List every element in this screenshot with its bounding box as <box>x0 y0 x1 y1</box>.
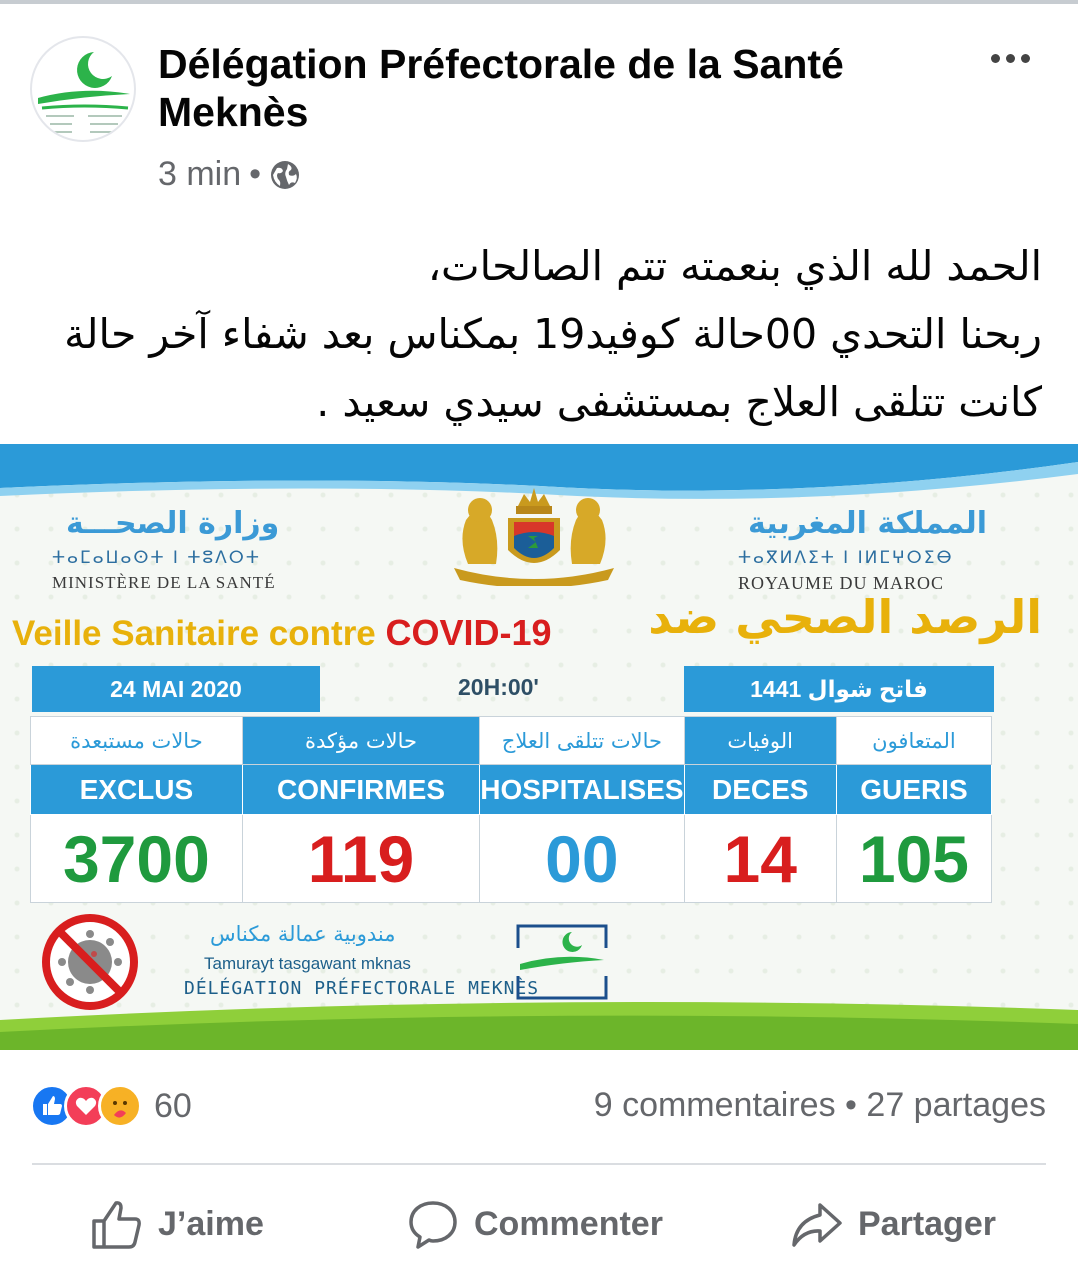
value-confirmed: 119 <box>241 814 481 903</box>
post-text-line: ربحنا التحدي 00حالة كوفيد19 بمكناس بعد ش… <box>64 310 1042 358</box>
column-header-french: CONFIRMES <box>241 764 481 815</box>
column-header-french: GUERIS <box>835 764 993 815</box>
dot-icon <box>990 53 1000 63</box>
table-header-french: EXCLUS CONFIRMES HOSPITALISES DECES GUER… <box>30 764 993 815</box>
like-button[interactable]: J’aime <box>90 1196 264 1252</box>
comment-bubble-icon <box>409 1201 457 1249</box>
column-header-french: DECES <box>683 764 837 815</box>
ministry-name-french: MINISTÈRE DE LA SANTÉ <box>52 573 276 592</box>
care-reaction-icon <box>98 1084 142 1128</box>
column-header-arabic: حالات مستبعدة <box>30 716 243 765</box>
table-values-row: 3700 119 00 14 105 <box>30 814 993 903</box>
moroccan-coat-of-arms-icon <box>454 488 614 586</box>
post-text-line: الحمد لله الذي بنعمته تتم الصالحات، <box>427 242 1042 290</box>
comment-button[interactable]: Commenter <box>406 1196 663 1252</box>
post-text-line: كانت تتلقى العلاج بمستشفى سيدي سعيد . <box>316 378 1042 426</box>
delegation-name-amazigh: Tamurayt tasgawant mknas <box>204 954 411 973</box>
like-label: J’aime <box>158 1204 264 1243</box>
infographic-title-arabic: الرصد الصحي ضد <box>648 590 1042 644</box>
share-arrow-icon <box>792 1203 842 1247</box>
infographic-title-french: Veille Sanitaire contre COVID-19 <box>12 612 552 654</box>
post-timestamp[interactable]: 3 min <box>158 155 241 194</box>
globe-icon[interactable] <box>269 159 301 191</box>
covid-stats-table: حالات مستبعدة حالات مؤكدة حالات تتلقى ال… <box>30 716 993 903</box>
column-header-arabic: المتعافون <box>835 716 993 765</box>
reaction-icons <box>30 1084 142 1128</box>
actions-divider <box>32 1163 1046 1165</box>
meta-separator: • <box>249 155 262 193</box>
column-header-french: EXCLUS <box>30 764 243 815</box>
more-options-button[interactable] <box>982 38 1038 78</box>
table-header-arabic: حالات مستبعدة حالات مؤكدة حالات تتلقى ال… <box>30 716 993 765</box>
comment-label: Commenter <box>474 1204 663 1243</box>
delegation-name-arabic: مندوبية عمالة مكناس <box>210 922 396 946</box>
share-label: Partager <box>858 1204 996 1243</box>
value-deaths: 14 <box>683 814 837 903</box>
value-excluded: 3700 <box>30 814 243 903</box>
dot-icon <box>1020 53 1030 63</box>
value-recovered: 105 <box>835 814 993 903</box>
reaction-count: 60 <box>154 1086 192 1125</box>
post-text: الحمد لله الذي بنعمته تتم الصالحات، ربحن… <box>62 232 1042 436</box>
kingdom-name-arabic: المملكة المغربية <box>748 506 988 541</box>
reactions-summary[interactable]: 60 <box>30 1084 192 1128</box>
ministry-name-tifinagh: ⵜⴰⵎⴰⵡⴰⵙⵜ I ⵜⵓⴷⵔⵜ <box>52 548 261 568</box>
bottom-wave <box>0 1002 1078 1050</box>
date-banner: 24 MAI 2020 <box>32 666 320 712</box>
column-header-arabic: الوفيات <box>683 716 837 765</box>
covid-infographic-image[interactable]: وزارة الصحـــة ⵜⴰⵎⴰⵡⴰⵙⵜ I ⵜⵓⴷⵔⵜ MINISTÈR… <box>0 444 1078 1050</box>
stats-separator: • <box>845 1086 857 1124</box>
thumbs-up-icon <box>92 1201 141 1249</box>
top-divider <box>0 0 1078 4</box>
column-header-arabic: حالات مؤكدة <box>241 716 481 765</box>
column-header-french: HOSPITALISES <box>479 764 685 815</box>
hijri-date-banner: فاتح شوال 1441 <box>684 666 994 712</box>
engagement-stats: 9 commentaires • 27 partages <box>594 1086 1046 1125</box>
shares-count-link[interactable]: 27 partages <box>866 1086 1046 1124</box>
time-label: 20H:00' <box>458 674 539 700</box>
delegation-logo-icon <box>38 52 130 133</box>
title-french-part1: Veille Sanitaire contre <box>12 614 376 653</box>
page-avatar[interactable] <box>30 36 136 142</box>
dot-icon <box>1005 53 1015 63</box>
share-button[interactable]: Partager <box>790 1196 996 1252</box>
post-meta: 3 min • <box>158 155 301 194</box>
column-header-arabic: حالات تتلقى العلاج <box>479 716 685 765</box>
title-french-covid: COVID-19 <box>385 612 552 653</box>
page-name-link[interactable]: Délégation Préfectorale de la Santé Mekn… <box>158 40 938 136</box>
value-hospitalised: 00 <box>479 814 685 903</box>
comments-count-link[interactable]: 9 commentaires <box>594 1086 836 1124</box>
ministry-name-arabic: وزارة الصحـــة <box>66 506 280 541</box>
kingdom-name-tifinagh: ⵜⴰⴳⵍⴷⵉⵜ I ⵏⵍⵎⵖⵔⵉⴱ <box>738 548 954 568</box>
